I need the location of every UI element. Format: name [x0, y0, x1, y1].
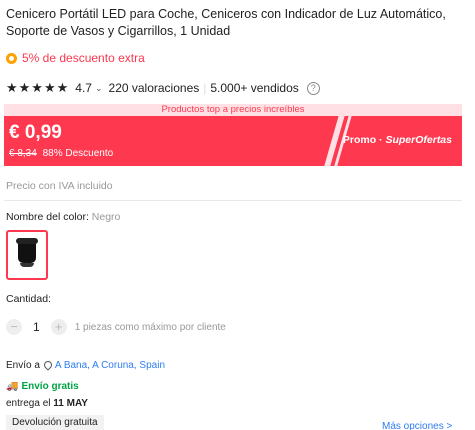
color-label: Nombre del color: Negro	[6, 211, 120, 223]
more-options-link[interactable]: Más opciones >	[382, 421, 452, 430]
coupon-text: 5% de descuento extra	[22, 51, 145, 65]
promo-top-banner: Productos top a precios increíbles	[4, 104, 462, 116]
max-quantity-note: 1 piezas como máximo por cliente	[74, 321, 226, 333]
quantity-stepper: − 1 + 1 piezas como máximo por cliente	[6, 319, 226, 335]
truck-icon: 🚚	[6, 381, 19, 392]
ship-to-label: Envío a	[6, 360, 40, 371]
color-value: Negro	[91, 211, 121, 223]
coupon-icon	[6, 52, 17, 64]
coupon-badge[interactable]: 5% de descuento extra	[6, 51, 145, 65]
divider	[4, 200, 462, 201]
brand-prefix: Promo ·	[342, 134, 386, 146]
decrease-quantity-button[interactable]: −	[6, 319, 22, 335]
brand-name: SuperOfertas	[385, 134, 452, 146]
ashtray-thumbnail	[16, 238, 38, 267]
original-price-row: € 8,34 88% Descuento	[9, 148, 113, 159]
increase-quantity-button[interactable]: +	[50, 319, 67, 335]
free-shipping-row: 🚚 Envío gratis	[6, 381, 79, 392]
original-price: € 8,34	[9, 148, 37, 159]
sold-count: 5.000+ vendidos	[210, 81, 299, 95]
color-label-text: Nombre del color:	[6, 211, 92, 223]
star-icons: ★★★★★	[6, 80, 70, 95]
quantity-label: Cantidad:	[6, 293, 51, 305]
promo-price-banner: € 0,99 € 8,34 88% Descuento Promo · Supe…	[4, 116, 462, 166]
ship-to-row: Envío a A Bana, A Coruna, Spain	[6, 360, 165, 371]
ship-location-link[interactable]: A Bana, A Coruna, Spain	[55, 360, 165, 371]
rating-score: 4.7	[75, 81, 92, 95]
rating-row: ★★★★★ 4.7 ⌄ 220 valoraciones | 5.000+ ve…	[6, 80, 320, 96]
discount-label: 88% Descuento	[42, 148, 114, 159]
help-icon[interactable]: ?	[306, 81, 320, 95]
current-price: € 0,99	[9, 122, 62, 143]
superofertas-badge[interactable]: Promo · SuperOfertas	[343, 134, 452, 146]
reviews-count[interactable]: 220 valoraciones	[109, 81, 200, 95]
delivery-prefix: entrega el	[6, 398, 54, 409]
color-swatch-negro[interactable]	[6, 230, 48, 280]
free-shipping-label: Envío gratis	[21, 381, 79, 392]
free-returns-badge: Devolución gratuita	[6, 415, 104, 430]
delivery-date: 11 MAY	[53, 398, 88, 409]
delivery-date-row: entrega el 11 MAY	[6, 398, 88, 409]
location-pin-icon	[43, 361, 52, 371]
product-title: Cenicero Portátil LED para Coche, Cenice…	[6, 7, 446, 38]
tax-note: Precio con IVA incluido	[6, 180, 113, 192]
chevron-down-icon[interactable]: ⌄	[95, 83, 103, 94]
quantity-value[interactable]: 1	[33, 320, 40, 334]
rating-separator: |	[203, 81, 207, 95]
